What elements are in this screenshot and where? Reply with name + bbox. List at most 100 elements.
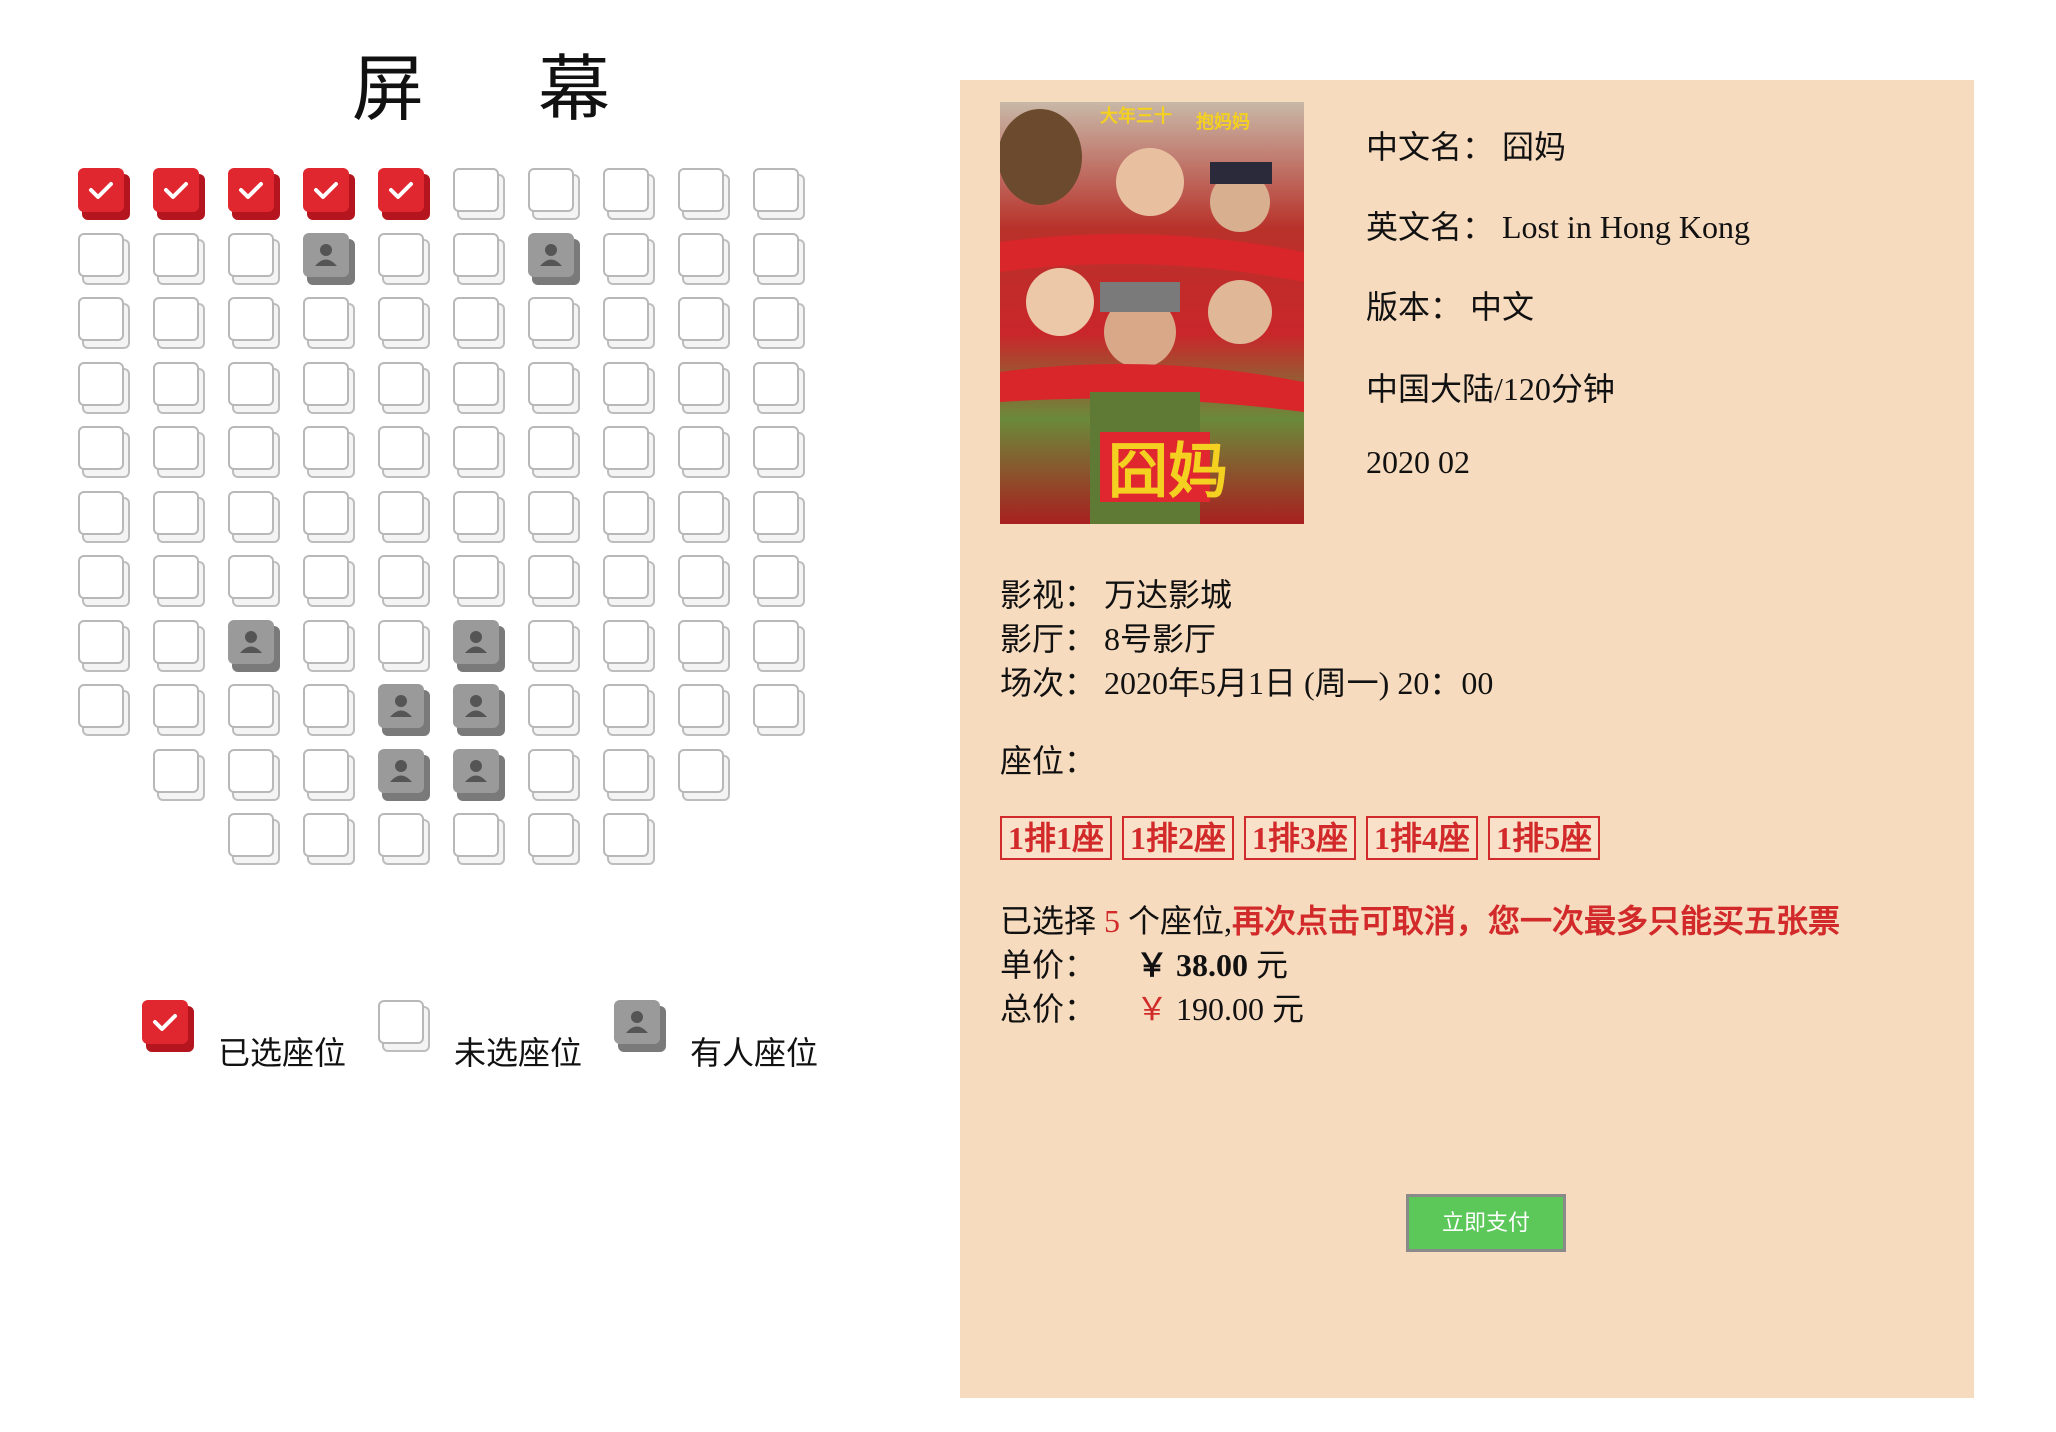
seat-r5-c5-free[interactable] (378, 426, 430, 478)
seat-r6-c10-free[interactable] (753, 491, 805, 543)
seat-r8-c8-free[interactable] (603, 620, 655, 672)
seat-r4-c3-free[interactable] (228, 362, 280, 414)
seat-r3-c9-free[interactable] (678, 297, 730, 349)
seat-r8-c1-free[interactable] (78, 620, 130, 672)
seat-r4-c8-free[interactable] (603, 362, 655, 414)
seat-r2-c6-free[interactable] (453, 233, 505, 285)
seat-r11-c6-free[interactable] (453, 813, 505, 865)
pay-now-button[interactable]: 立即支付 (1406, 1194, 1566, 1252)
seat-r8-c9-free[interactable] (678, 620, 730, 672)
seat-r4-c1-free[interactable] (78, 362, 130, 414)
seat-r3-c5-free[interactable] (378, 297, 430, 349)
seat-r8-c2-free[interactable] (153, 620, 205, 672)
seat-r6-c5-free[interactable] (378, 491, 430, 543)
selected-seat-tag[interactable]: 1排5座 (1488, 816, 1601, 860)
seat-r3-c6-free[interactable] (453, 297, 505, 349)
seat-r6-c1-free[interactable] (78, 491, 130, 543)
seat-r9-c1-free[interactable] (78, 684, 130, 736)
seat-r9-c10-free[interactable] (753, 684, 805, 736)
seat-r2-c1-free[interactable] (78, 233, 130, 285)
seat-r7-c10-free[interactable] (753, 555, 805, 607)
seat-r9-c7-free[interactable] (528, 684, 580, 736)
seat-r7-c2-free[interactable] (153, 555, 205, 607)
seat-r5-c3-free[interactable] (228, 426, 280, 478)
seat-r1-c7-free[interactable] (528, 168, 580, 220)
seat-r4-c7-free[interactable] (528, 362, 580, 414)
seat-r4-c4-free[interactable] (303, 362, 355, 414)
seat-r5-c9-free[interactable] (678, 426, 730, 478)
seat-r7-c4-free[interactable] (303, 555, 355, 607)
seat-r10-c7-free[interactable] (528, 749, 580, 801)
seat-r10-c2-free[interactable] (153, 749, 205, 801)
seat-r8-c10-free[interactable] (753, 620, 805, 672)
seat-r10-c3-free[interactable] (228, 749, 280, 801)
seat-r2-c5-free[interactable] (378, 233, 430, 285)
seat-r11-c4-free[interactable] (303, 813, 355, 865)
seat-r8-c5-free[interactable] (378, 620, 430, 672)
seat-r6-c9-free[interactable] (678, 491, 730, 543)
seat-r2-c8-free[interactable] (603, 233, 655, 285)
seat-r5-c7-free[interactable] (528, 426, 580, 478)
seat-r3-c1-free[interactable] (78, 297, 130, 349)
seat-r2-c3-free[interactable] (228, 233, 280, 285)
seat-r9-c3-free[interactable] (228, 684, 280, 736)
seat-r4-c2-free[interactable] (153, 362, 205, 414)
seat-r7-c6-free[interactable] (453, 555, 505, 607)
seat-r2-c10-free[interactable] (753, 233, 805, 285)
seat-r1-c10-free[interactable] (753, 168, 805, 220)
seat-r2-c2-free[interactable] (153, 233, 205, 285)
seat-r1-c6-free[interactable] (453, 168, 505, 220)
seat-r3-c2-free[interactable] (153, 297, 205, 349)
seat-r6-c3-free[interactable] (228, 491, 280, 543)
seat-r11-c5-free[interactable] (378, 813, 430, 865)
seat-r10-c9-free[interactable] (678, 749, 730, 801)
seat-r9-c2-free[interactable] (153, 684, 205, 736)
seat-r3-c3-free[interactable] (228, 297, 280, 349)
seat-r6-c2-free[interactable] (153, 491, 205, 543)
seat-r10-c8-free[interactable] (603, 749, 655, 801)
seat-r6-c4-free[interactable] (303, 491, 355, 543)
seat-r1-c2-selected[interactable] (153, 168, 205, 220)
seat-r8-c7-free[interactable] (528, 620, 580, 672)
seat-r6-c6-free[interactable] (453, 491, 505, 543)
seat-r5-c8-free[interactable] (603, 426, 655, 478)
seat-r9-c9-free[interactable] (678, 684, 730, 736)
seat-r7-c9-free[interactable] (678, 555, 730, 607)
selected-seat-tag[interactable]: 1排1座 (1000, 816, 1113, 860)
seat-r11-c7-free[interactable] (528, 813, 580, 865)
seat-r4-c9-free[interactable] (678, 362, 730, 414)
seat-r1-c8-free[interactable] (603, 168, 655, 220)
selected-seat-tag[interactable]: 1排4座 (1366, 816, 1479, 860)
seat-r5-c4-free[interactable] (303, 426, 355, 478)
seat-r6-c8-free[interactable] (603, 491, 655, 543)
seat-r5-c2-free[interactable] (153, 426, 205, 478)
seat-r7-c5-free[interactable] (378, 555, 430, 607)
seat-r1-c1-selected[interactable] (78, 168, 130, 220)
seat-r3-c10-free[interactable] (753, 297, 805, 349)
selected-seat-tag[interactable]: 1排2座 (1122, 816, 1235, 860)
seat-r8-c4-free[interactable] (303, 620, 355, 672)
seat-r7-c3-free[interactable] (228, 555, 280, 607)
seat-r9-c8-free[interactable] (603, 684, 655, 736)
seat-r4-c5-free[interactable] (378, 362, 430, 414)
seat-r3-c7-free[interactable] (528, 297, 580, 349)
seat-r5-c6-free[interactable] (453, 426, 505, 478)
selected-seat-tag[interactable]: 1排3座 (1244, 816, 1357, 860)
seat-r2-c9-free[interactable] (678, 233, 730, 285)
seat-r4-c10-free[interactable] (753, 362, 805, 414)
seat-r3-c4-free[interactable] (303, 297, 355, 349)
seat-r4-c6-free[interactable] (453, 362, 505, 414)
seat-r1-c9-free[interactable] (678, 168, 730, 220)
seat-r6-c7-free[interactable] (528, 491, 580, 543)
seat-r7-c8-free[interactable] (603, 555, 655, 607)
seat-r9-c4-free[interactable] (303, 684, 355, 736)
seat-r1-c3-selected[interactable] (228, 168, 280, 220)
seat-r1-c4-selected[interactable] (303, 168, 355, 220)
seat-r7-c7-free[interactable] (528, 555, 580, 607)
seat-r5-c10-free[interactable] (753, 426, 805, 478)
seat-r11-c8-free[interactable] (603, 813, 655, 865)
seat-r7-c1-free[interactable] (78, 555, 130, 607)
seat-r1-c5-selected[interactable] (378, 168, 430, 220)
seat-r11-c3-free[interactable] (228, 813, 280, 865)
seat-r3-c8-free[interactable] (603, 297, 655, 349)
